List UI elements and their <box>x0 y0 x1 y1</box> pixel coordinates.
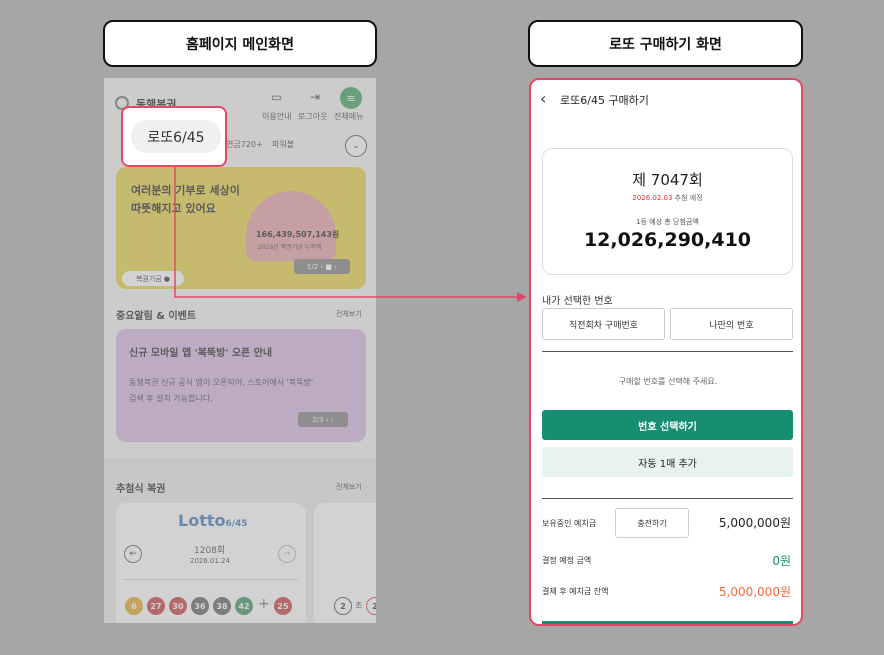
pay-label: 결정 예정 금액 <box>542 556 592 565</box>
draw-schedule: 2026.02.03 추첨 예정 <box>543 193 792 203</box>
round-info-card: 제 7047회 2026.02.03 추첨 예정 1등 예상 총 당첨금액 12… <box>542 148 793 275</box>
charge-button[interactable]: 충전하기 <box>615 508 689 538</box>
select-hint: 구매할 번호를 선택해 주세요. <box>618 377 718 386</box>
purchase-button-edge[interactable] <box>542 621 793 624</box>
round-number: 제 7047회 <box>632 171 703 189</box>
pay-amount: 0원 <box>772 554 791 568</box>
after-label: 결제 후 예치금 잔액 <box>542 587 609 596</box>
auto-add-button[interactable]: 자동 1매 추가 <box>542 447 793 477</box>
after-amount: 5,000,000원 <box>718 585 791 599</box>
my-numbers-label: 내가 선택한 번호 <box>542 296 613 307</box>
back-icon[interactable]: ‹ <box>540 89 546 108</box>
recent-numbers-button[interactable]: 직전회차 구매번호 <box>542 308 665 340</box>
purchase-screen: ‹ 로또6/45 구매하기 제 7047회 2026.02.03 추첨 예정 1… <box>529 78 803 626</box>
select-numbers-button[interactable]: 번호 선택하기 <box>542 410 793 440</box>
draw-note-text: 추첨 예정 <box>674 194 703 202</box>
expected-prize-amount: 12,026,290,410 <box>583 229 752 251</box>
section-divider <box>542 351 793 352</box>
expected-prize-label: 1등 예상 총 당첨금액 <box>636 218 699 226</box>
my-numbers-button[interactable]: 나만의 번호 <box>670 308 793 340</box>
section-divider-2 <box>542 498 793 499</box>
draw-date-text: 2026.02.03 <box>632 194 673 202</box>
purchase-title: 로또6/45 구매하기 <box>560 94 649 107</box>
deposit-amount: 5,000,000원 <box>718 516 791 530</box>
deposit-label: 보유중인 예치금 <box>542 519 597 528</box>
